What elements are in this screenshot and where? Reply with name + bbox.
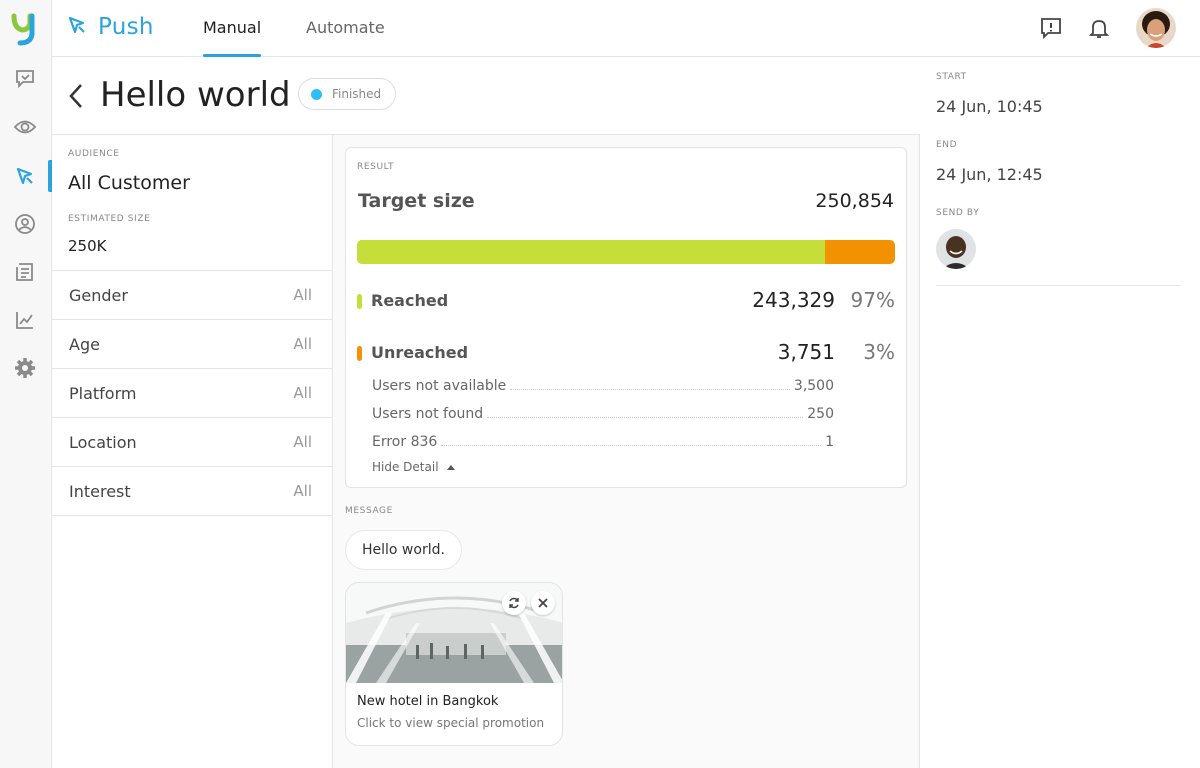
filter-name: Gender — [69, 285, 128, 305]
filter-name: Platform — [69, 383, 137, 403]
filter-gender[interactable]: Gender All — [52, 271, 332, 320]
divider — [936, 285, 1180, 286]
reached-percent: 97% — [850, 288, 895, 312]
detail-value: 3,500 — [793, 378, 834, 394]
top-bar: Push Manual Automate — [52, 0, 1200, 57]
filter-value: All — [293, 384, 312, 402]
detail-label: Error 836 — [372, 434, 438, 450]
brand[interactable]: Push — [66, 14, 154, 40]
audience-value: All Customer — [68, 172, 190, 194]
estimated-size-label: ESTIMATED SIZE — [68, 214, 151, 224]
hide-detail-toggle[interactable]: Hide Detail — [372, 460, 455, 474]
result-label: RESULT — [357, 162, 395, 172]
page-title: Hello world — [100, 75, 291, 115]
main-content: RESULT Target size 250,854 Reached 243,3… — [333, 135, 920, 768]
filter-location[interactable]: Location All — [52, 418, 332, 467]
chart-icon[interactable] — [12, 307, 38, 333]
filter-platform[interactable]: Platform All — [52, 369, 332, 418]
reached-marker — [357, 294, 362, 309]
detail-row: Users not available 3,500 — [372, 376, 834, 394]
status-dot — [311, 88, 322, 100]
reach-progress-bar — [357, 240, 895, 264]
filter-value: All — [293, 286, 312, 304]
reached-count: 243,329 — [752, 288, 835, 312]
feedback-icon[interactable] — [1039, 16, 1063, 40]
target-size-label: Target size — [358, 190, 475, 212]
schedule-panel: START 24 Jun, 10:45 END 24 Jun, 12:45 SE… — [920, 57, 1200, 768]
end-value: 24 Jun, 12:45 — [936, 165, 1043, 184]
card-title: New hotel in Bangkok — [357, 694, 499, 709]
notification-bell-icon[interactable] — [1087, 16, 1111, 40]
filter-age[interactable]: Age All — [52, 320, 332, 369]
gear-icon[interactable] — [12, 355, 38, 381]
eye-icon[interactable] — [12, 114, 38, 140]
send-by-label: SEND BY — [936, 208, 980, 218]
unreached-marker — [357, 346, 362, 361]
detail-value: 1 — [825, 434, 834, 450]
detail-value: 250 — [807, 406, 834, 422]
reached-bar-fill — [357, 240, 826, 264]
reached-label: Reached — [371, 291, 449, 310]
dotted-leader — [510, 389, 790, 390]
message-label: MESSAGE — [345, 506, 393, 516]
reached-row: Reached 243,329 97% — [357, 288, 895, 316]
tab-manual[interactable]: Manual — [203, 18, 262, 57]
detail-label: Users not available — [372, 378, 507, 394]
unreached-label: Unreached — [371, 343, 469, 362]
status-badge: Finished — [298, 78, 397, 110]
campaign-header: Hello world Finished — [52, 57, 920, 135]
end-label: END — [936, 140, 958, 150]
hotel-image — [346, 583, 562, 683]
sidebar — [0, 0, 52, 768]
target-size-value: 250,854 — [815, 190, 894, 212]
filter-name: Location — [69, 432, 137, 452]
rich-message-card[interactable]: New hotel in Bangkok Click to view speci… — [345, 582, 563, 746]
filter-value: All — [293, 482, 312, 500]
result-card: RESULT Target size 250,854 Reached 243,3… — [345, 147, 907, 488]
filter-name: Interest — [69, 481, 131, 501]
estimated-size-value: 250K — [68, 237, 107, 255]
logo-icon[interactable] — [10, 12, 42, 46]
unreached-percent: 3% — [863, 340, 895, 364]
user-icon[interactable] — [12, 211, 38, 237]
filter-interest[interactable]: Interest All — [52, 467, 332, 516]
brand-title: Push — [98, 14, 154, 40]
filter-value: All — [293, 433, 312, 451]
message-bubble: Hello world. — [345, 530, 462, 570]
unreached-count: 3,751 — [777, 340, 835, 364]
tab-automate[interactable]: Automate — [306, 18, 385, 57]
filter-name: Age — [69, 334, 100, 354]
unreached-row: Unreached 3,751 3% — [357, 340, 895, 368]
dotted-leader — [487, 417, 804, 418]
filter-list: Gender All Age All Platform All Location… — [52, 270, 332, 516]
status-label: Finished — [332, 87, 382, 101]
filter-value: All — [293, 335, 312, 353]
sender-avatar[interactable] — [936, 229, 976, 269]
hide-detail-label: Hide Detail — [372, 460, 439, 474]
detail-row: Error 836 1 — [372, 432, 834, 450]
audience-label: AUDIENCE — [68, 149, 120, 159]
report-icon[interactable] — [12, 259, 38, 285]
push-icon[interactable] — [12, 163, 38, 189]
start-label: START — [936, 72, 967, 82]
caret-up-icon — [446, 464, 455, 470]
push-brand-icon — [66, 14, 88, 40]
refresh-icon[interactable] — [502, 591, 526, 615]
audience-panel: AUDIENCE All Customer ESTIMATED SIZE 250… — [52, 135, 333, 768]
dotted-leader — [441, 445, 822, 446]
chat-icon[interactable] — [12, 66, 38, 92]
back-chevron-icon[interactable] — [66, 81, 86, 111]
detail-row: Users not found 250 — [372, 404, 834, 422]
start-value: 24 Jun, 10:45 — [936, 97, 1043, 116]
detail-label: Users not found — [372, 406, 484, 422]
close-icon[interactable] — [531, 591, 555, 615]
user-avatar[interactable] — [1136, 8, 1176, 48]
card-subtitle: Click to view special promotion — [357, 716, 545, 730]
